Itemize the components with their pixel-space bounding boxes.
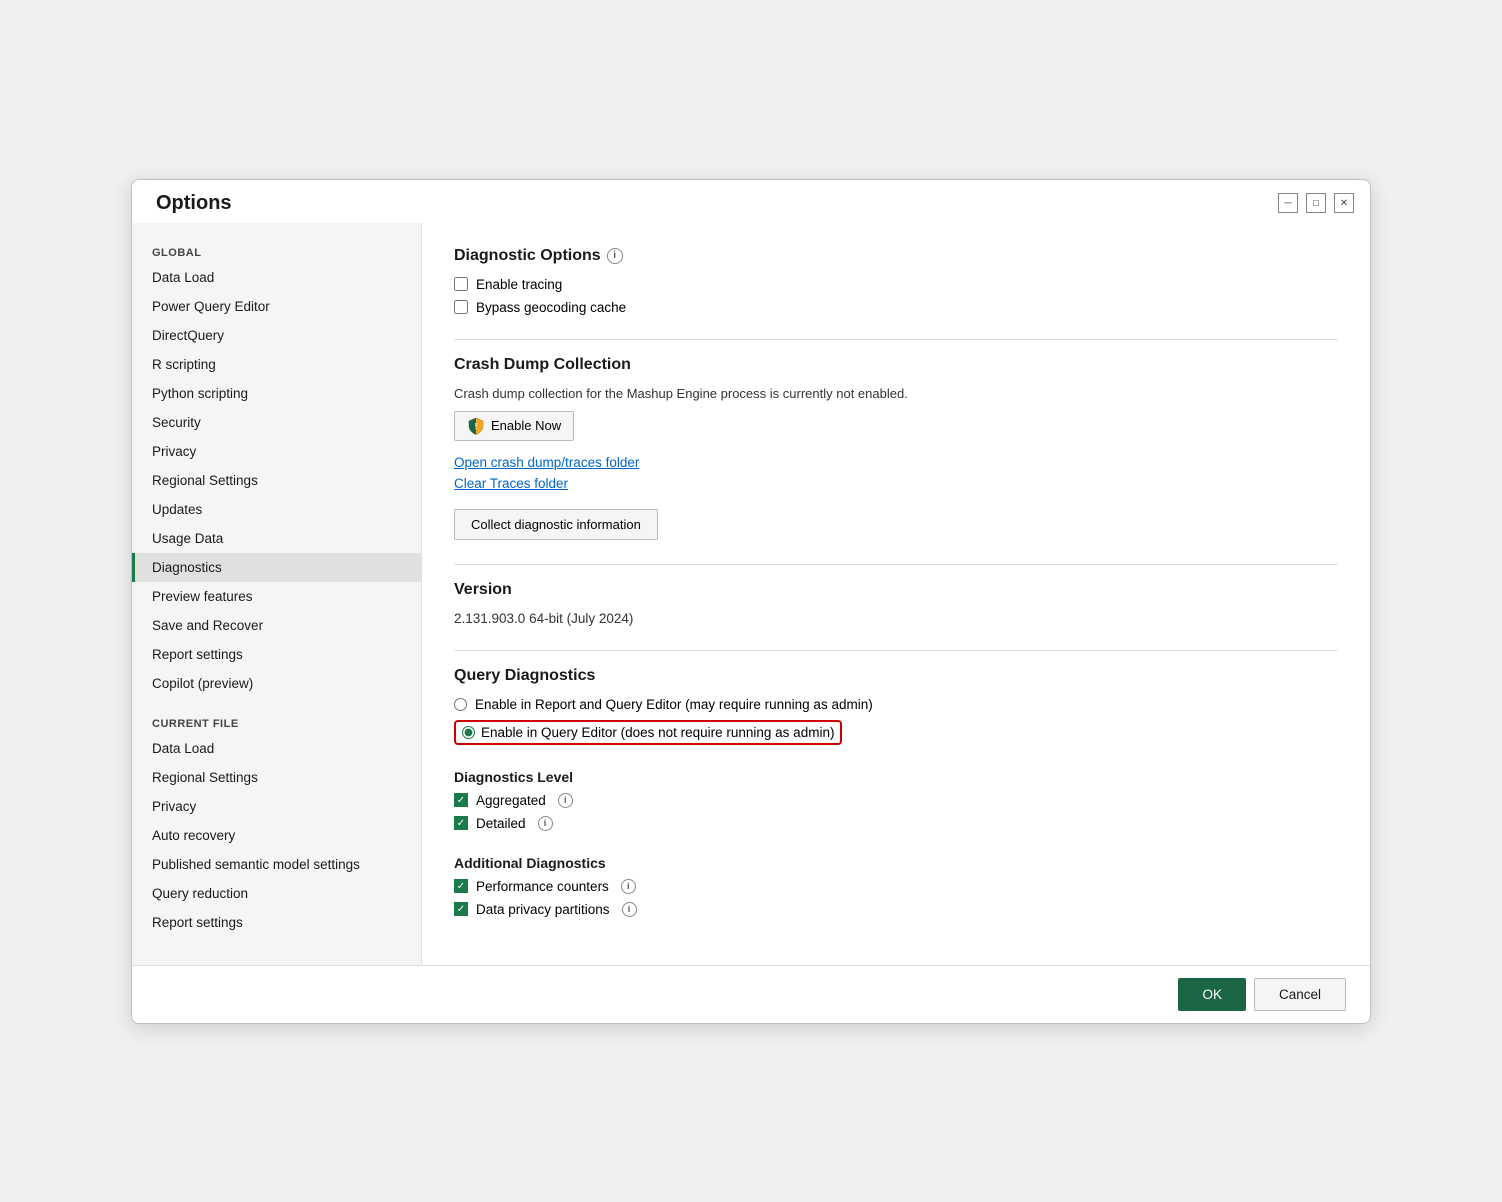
query-diag-option1-radio[interactable] [454, 698, 467, 711]
crash-dump-description: Crash dump collection for the Mashup Eng… [454, 386, 1338, 401]
detailed-checkbox-checked: ✓ [454, 816, 468, 830]
window-title: Options [156, 192, 232, 215]
sidebar-item-directquery[interactable]: DirectQuery [132, 321, 421, 350]
global-nav: Data LoadPower Query EditorDirectQueryR … [132, 263, 421, 698]
aggregated-checkbox-checked: ✓ [454, 793, 468, 807]
sidebar-item-cf-report-settings[interactable]: Report settings [132, 908, 421, 937]
content-area: GLOBAL Data LoadPower Query EditorDirect… [132, 223, 1370, 965]
sidebar-item-cf-data-load[interactable]: Data Load [132, 734, 421, 763]
cancel-button[interactable]: Cancel [1254, 978, 1346, 1011]
query-diag-option1-row: Enable in Report and Query Editor (may r… [454, 697, 1338, 712]
open-crash-dump-link[interactable]: Open crash dump/traces folder [454, 455, 1338, 470]
crash-dump-section: Crash Dump Collection Crash dump collect… [454, 356, 1338, 540]
performance-counters-label: Performance counters [476, 879, 609, 894]
bypass-geocoding-row: Bypass geocoding cache [454, 300, 1338, 315]
sidebar-item-preview-features[interactable]: Preview features [132, 582, 421, 611]
sidebar-item-diagnostics[interactable]: Diagnostics [132, 553, 421, 582]
aggregated-row: ✓ Aggregated i [454, 793, 1338, 808]
window-controls: ─ □ ✕ [1278, 193, 1354, 213]
query-diagnostics-title: Query Diagnostics [454, 667, 1338, 685]
sidebar-item-cf-regional-settings[interactable]: Regional Settings [132, 763, 421, 792]
global-section-label: GLOBAL [132, 239, 421, 263]
sidebar-item-cf-privacy[interactable]: Privacy [132, 792, 421, 821]
additional-diagnostics-section: Additional Diagnostics ✓ Performance cou… [454, 855, 1338, 917]
version-title: Version [454, 581, 1338, 599]
minimize-button[interactable]: ─ [1278, 193, 1298, 213]
detailed-row: ✓ Detailed i [454, 816, 1338, 831]
version-section: Version 2.131.903.0 64-bit (July 2024) [454, 581, 1338, 626]
query-diag-option2-highlighted: Enable in Query Editor (does not require… [454, 720, 842, 745]
performance-counters-row: ✓ Performance counters i [454, 879, 1338, 894]
diagnostics-level-title: Diagnostics Level [454, 769, 1338, 785]
sidebar-item-security[interactable]: Security [132, 408, 421, 437]
footer-bar: OK Cancel [132, 965, 1370, 1023]
enable-tracing-label: Enable tracing [476, 277, 562, 292]
current-file-nav: Data LoadRegional SettingsPrivacyAuto re… [132, 734, 421, 937]
current-file-section-label: CURRENT FILE [132, 710, 421, 734]
sidebar-item-regional-settings[interactable]: Regional Settings [132, 466, 421, 495]
sidebar-item-data-load[interactable]: Data Load [132, 263, 421, 292]
sidebar-item-usage-data[interactable]: Usage Data [132, 524, 421, 553]
sidebar-item-cf-query-reduction[interactable]: Query reduction [132, 879, 421, 908]
query-diag-option2-radio[interactable] [462, 726, 475, 739]
sidebar-item-cf-auto-recovery[interactable]: Auto recovery [132, 821, 421, 850]
diagnostic-options-title: Diagnostic Options i [454, 247, 1338, 265]
data-privacy-partitions-checkbox-checked: ✓ [454, 902, 468, 916]
enable-tracing-row: Enable tracing [454, 277, 1338, 292]
sidebar-item-cf-published-semantic[interactable]: Published semantic model settings [132, 850, 421, 879]
sidebar-item-report-settings[interactable]: Report settings [132, 640, 421, 669]
performance-counters-info-icon[interactable]: i [621, 879, 636, 894]
query-diagnostics-section: Query Diagnostics Enable in Report and Q… [454, 667, 1338, 745]
close-button[interactable]: ✕ [1334, 193, 1354, 213]
query-diag-option2-label: Enable in Query Editor (does not require… [481, 725, 834, 740]
aggregated-label: Aggregated [476, 793, 546, 808]
sidebar-item-updates[interactable]: Updates [132, 495, 421, 524]
title-bar: Options ─ □ ✕ [132, 180, 1370, 223]
bypass-geocoding-checkbox[interactable] [454, 300, 468, 314]
crash-dump-title: Crash Dump Collection [454, 356, 1338, 374]
sidebar-item-python-scripting[interactable]: Python scripting [132, 379, 421, 408]
main-content: Diagnostic Options i Enable tracing Bypa… [422, 223, 1370, 965]
data-privacy-partitions-info-icon[interactable]: i [622, 902, 637, 917]
detailed-label: Detailed [476, 816, 526, 831]
sidebar-item-copilot-preview[interactable]: Copilot (preview) [132, 669, 421, 698]
detailed-info-icon[interactable]: i [538, 816, 553, 831]
svg-text:!: ! [475, 422, 478, 431]
sidebar-item-save-and-recover[interactable]: Save and Recover [132, 611, 421, 640]
ok-button[interactable]: OK [1178, 978, 1246, 1011]
version-value: 2.131.903.0 64-bit (July 2024) [454, 611, 1338, 626]
sidebar-item-r-scripting[interactable]: R scripting [132, 350, 421, 379]
performance-counters-checkbox-checked: ✓ [454, 879, 468, 893]
query-diag-option1-label: Enable in Report and Query Editor (may r… [475, 697, 873, 712]
additional-diagnostics-title: Additional Diagnostics [454, 855, 1338, 871]
enable-tracing-checkbox[interactable] [454, 277, 468, 291]
diagnostic-options-info-icon[interactable]: i [607, 248, 623, 264]
enable-now-label: Enable Now [491, 418, 561, 433]
sidebar: GLOBAL Data LoadPower Query EditorDirect… [132, 223, 422, 965]
data-privacy-partitions-label: Data privacy partitions [476, 902, 610, 917]
maximize-button[interactable]: □ [1306, 193, 1326, 213]
aggregated-info-icon[interactable]: i [558, 793, 573, 808]
data-privacy-partitions-row: ✓ Data privacy partitions i [454, 902, 1338, 917]
bypass-geocoding-label: Bypass geocoding cache [476, 300, 626, 315]
collect-diagnostic-button[interactable]: Collect diagnostic information [454, 509, 658, 540]
options-window: Options ─ □ ✕ GLOBAL Data LoadPower Quer… [131, 179, 1371, 1024]
query-diag-option2-row: Enable in Query Editor (does not require… [454, 720, 1338, 745]
diagnostic-options-section: Diagnostic Options i Enable tracing Bypa… [454, 247, 1338, 315]
sidebar-item-privacy[interactable]: Privacy [132, 437, 421, 466]
sidebar-item-power-query-editor[interactable]: Power Query Editor [132, 292, 421, 321]
enable-now-button[interactable]: ! Enable Now [454, 411, 574, 441]
shield-icon: ! [467, 417, 485, 435]
clear-traces-link[interactable]: Clear Traces folder [454, 476, 1338, 491]
diagnostics-level-section: Diagnostics Level ✓ Aggregated i ✓ Detai… [454, 769, 1338, 831]
